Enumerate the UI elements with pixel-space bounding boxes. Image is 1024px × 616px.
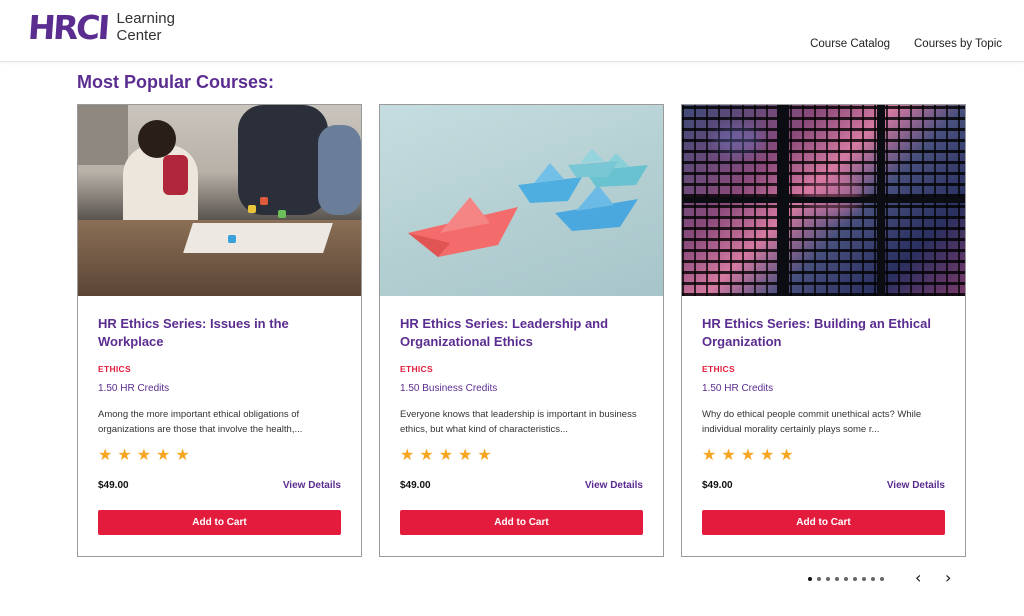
course-category: ETHICS [98,364,131,374]
course-description: Among the more important ethical obligat… [98,409,303,435]
star-icon: ★ [98,447,113,464]
course-card: HR Ethics Series: Building an Ethical Or… [681,104,966,557]
logo-mark: HRCI [26,7,109,47]
star-rating: ★ ★ ★ ★ ★ [400,448,643,464]
section-title: Most Popular Courses: [77,72,275,92]
price-row: $49.00 View Details [98,480,341,491]
nav-courses-by-topic[interactable]: Courses by Topic [914,38,1002,50]
star-icon: ★ [721,447,736,464]
card-body: HR Ethics Series: Building an Ethical Or… [702,315,945,464]
carousel-dot[interactable] [862,577,866,581]
teal-paper-boat [568,149,618,177]
carousel-dot[interactable] [826,577,830,581]
card-body: HR Ethics Series: Issues in the Workplac… [98,315,341,464]
course-description: Why do ethical people commit unethical a… [702,409,922,435]
course-card: HR Ethics Series: Leadership and Organiz… [379,104,664,557]
chevron-left-icon[interactable]: ‹ [915,570,921,586]
course-credits: 1.50 HR Credits [98,383,170,394]
star-rating: ★ ★ ★ ★ ★ [702,448,945,464]
course-price: $49.00 [98,480,129,491]
star-icon: ★ [175,447,190,464]
course-category: ETHICS [400,364,433,374]
chevron-right-icon[interactable]: › [945,570,951,586]
carousel-dot[interactable] [880,577,884,581]
star-icon: ★ [156,447,171,464]
star-icon: ★ [400,447,415,464]
star-icon: ★ [438,447,454,464]
course-image-paper-boats[interactable] [380,105,663,296]
star-icon: ★ [779,447,794,464]
carousel-dot[interactable] [871,577,875,581]
star-icon: ★ [477,447,492,464]
course-price: $49.00 [400,480,431,491]
star-icon: ★ [760,447,775,464]
price-row: $49.00 View Details [400,480,643,491]
add-to-cart-button[interactable]: Add to Cart [702,510,945,535]
view-details-link[interactable]: View Details [887,480,945,491]
add-to-cart-button[interactable]: Add to Cart [400,510,643,535]
star-icon: ★ [136,447,152,464]
top-nav: Course Catalog Courses by Topic [810,38,1002,50]
nav-course-catalog[interactable]: Course Catalog [810,38,890,50]
site-header: HRCI Learning Center Course Catalog Cour… [0,0,1024,62]
add-to-cart-button[interactable]: Add to Cart [98,510,341,535]
logo-text-line1: Learning [116,10,175,27]
course-category: ETHICS [702,364,735,374]
course-price: $49.00 [702,480,733,491]
course-credits: 1.50 HR Credits [702,383,774,394]
price-row: $49.00 View Details [702,480,945,491]
course-title[interactable]: HR Ethics Series: Issues in the Workplac… [98,315,341,351]
carousel-dot[interactable] [835,577,839,581]
course-card: HR Ethics Series: Issues in the Workplac… [77,104,362,557]
course-image-workplace[interactable] [78,105,361,296]
carousel-dot[interactable] [817,577,821,581]
course-credits: 1.50 Business Credits [400,383,498,394]
course-description: Everyone knows that leadership is import… [400,409,637,435]
red-paper-boat [408,197,518,257]
carousel-dots [808,577,884,581]
star-icon: ★ [458,447,473,464]
star-icon: ★ [702,447,717,464]
star-icon: ★ [117,447,132,464]
star-rating: ★ ★ ★ ★ ★ [98,448,341,464]
course-carousel: HR Ethics Series: Issues in the Workplac… [77,104,966,557]
course-image-office-building[interactable] [682,105,965,296]
logo-text: Learning Center [117,10,175,44]
view-details-link[interactable]: View Details [585,480,643,491]
course-title[interactable]: HR Ethics Series: Leadership and Organiz… [400,315,643,351]
logo-text-line2: Center [116,27,162,44]
carousel-dot[interactable] [853,577,857,581]
card-body: HR Ethics Series: Leadership and Organiz… [400,315,643,464]
view-details-link[interactable]: View Details [283,480,341,491]
star-icon: ★ [740,447,756,464]
carousel-dot[interactable] [844,577,848,581]
star-icon: ★ [419,447,434,464]
course-title[interactable]: HR Ethics Series: Building an Ethical Or… [702,315,945,351]
hrci-logo[interactable]: HRCI Learning Center [26,7,175,47]
carousel-dot[interactable] [808,577,812,581]
